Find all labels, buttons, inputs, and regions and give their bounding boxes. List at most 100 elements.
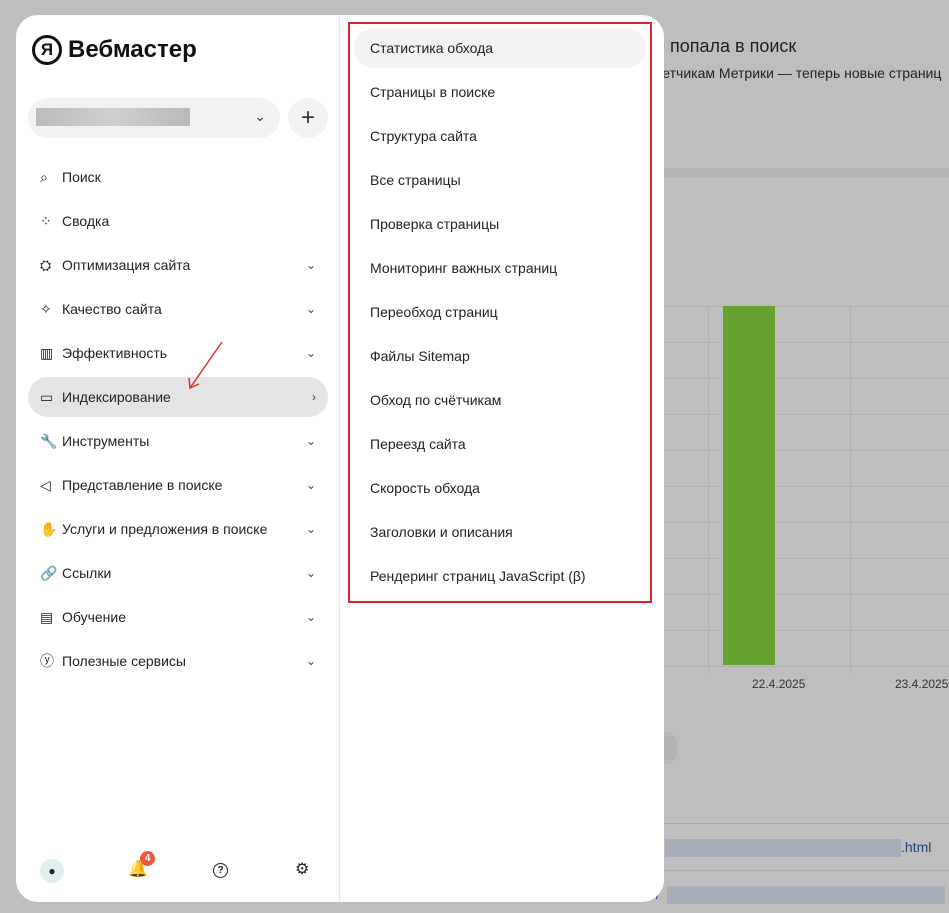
navigation-panel: Я Вебмастер ⌄ + ⌕ Поиск ⁘ Сводка ⛭ Оптимизаци…	[16, 15, 664, 902]
submenu-item[interactable]: Переезд сайта	[354, 424, 646, 464]
chevron-icon: ⌄	[305, 302, 316, 316]
sidebar-item[interactable]: ⛭ Оптимизация сайта ⌄	[28, 245, 328, 285]
chevron-icon: ⌄	[305, 478, 316, 492]
submenu-item[interactable]: Скорость обхода	[354, 468, 646, 508]
submenu-item[interactable]: Обход по счётчикам	[354, 380, 646, 420]
sidebar-item-label: Полезные сервисы	[62, 653, 186, 669]
sidebar-item-label: Эффективность	[62, 345, 168, 361]
nav-icon: ▤	[40, 608, 54, 625]
grid-line	[708, 306, 709, 674]
submenu-item[interactable]: Страницы в поиске	[354, 72, 646, 112]
nav-icon: ▥	[40, 344, 54, 361]
nav-icon: ✋	[40, 520, 58, 537]
sidebar-item[interactable]: ⁘ Сводка	[28, 201, 328, 241]
grid-line	[660, 414, 949, 415]
sidebar-item-label: Оптимизация сайта	[62, 257, 191, 273]
grid-line	[660, 378, 949, 379]
chevron-icon: ⌄	[305, 522, 316, 536]
page-description: четчикам Метрики — теперь новые страниц	[655, 65, 942, 81]
sidebar: Я Вебмастер ⌄ + ⌕ Поиск ⁘ Сводка ⛭ Оптимизаци…	[16, 15, 340, 902]
submenu-item[interactable]: Проверка страницы	[354, 204, 646, 244]
submenu-item[interactable]: Файлы Sitemap	[354, 336, 646, 376]
nav-icon: 🔗	[40, 564, 58, 581]
divider	[660, 823, 949, 824]
sidebar-item[interactable]: ▥ Эффективность ⌄	[28, 333, 328, 373]
sidebar-item-label: Инструменты	[62, 433, 150, 449]
grid-line	[660, 342, 949, 343]
logo[interactable]: Я Вебмастер	[32, 35, 197, 65]
nav-icon: ◁	[40, 476, 51, 493]
sidebar-item[interactable]: ◁ Представление в поиске ⌄	[28, 465, 328, 505]
sidebar-item[interactable]: ⌕ Поиск	[28, 157, 328, 197]
grid-line	[660, 306, 949, 307]
sidebar-item[interactable]: 🔗 Ссылки ⌄	[28, 553, 328, 593]
avatar[interactable]: ●	[40, 859, 64, 883]
submenu-item[interactable]: Рендеринг страниц JavaScript (β)	[354, 556, 646, 596]
add-site-button[interactable]: +	[288, 98, 328, 138]
chevron-down-icon: ⌄	[254, 108, 266, 124]
submenu-item[interactable]: Все страницы	[354, 160, 646, 200]
x-tick-label: 22.4.2025	[752, 677, 806, 691]
divider	[660, 870, 949, 871]
divider	[660, 168, 949, 178]
url-link[interactable]: .html	[901, 839, 931, 855]
grid-line	[660, 666, 949, 667]
nav-icon: ⁘	[40, 212, 52, 229]
logo-text: Вебмастер	[68, 36, 197, 63]
grid-line	[660, 486, 949, 487]
sidebar-item-label: Представление в поиске	[62, 477, 223, 493]
gear-icon[interactable]: ⚙	[295, 859, 309, 879]
sidebar-item-label: Обучение	[62, 609, 127, 625]
sidebar-item-label: Поиск	[62, 169, 101, 185]
sidebar-item-label: Ссылки	[62, 565, 112, 581]
chevron-icon: ⌄	[305, 654, 316, 668]
sidebar-item[interactable]: ⓨ Полезные сервисы ⌄	[28, 641, 328, 681]
submenu-item[interactable]: Переобход страниц	[354, 292, 646, 332]
sidebar-item[interactable]: ▭ Индексирование ›	[28, 377, 328, 417]
grid-line	[660, 522, 949, 523]
nav-icon: ▭	[40, 388, 54, 405]
sidebar-item[interactable]: ✧ Качество сайта ⌄	[28, 289, 328, 329]
chevron-icon: ⌄	[305, 346, 316, 360]
indexing-submenu: Статистика обхода Страницы в поиске Структ…	[348, 22, 652, 603]
notification-badge: 4	[140, 851, 155, 866]
sidebar-item[interactable]: ▤ Обучение ⌄	[28, 597, 328, 637]
submenu-item[interactable]: Статистика обхода	[354, 28, 646, 68]
sidebar-item-label: Услуги и предложения в поиске	[62, 521, 268, 537]
sidebar-item-label: Индексирование	[62, 389, 171, 405]
nav-icon: ⛭	[40, 256, 52, 273]
chevron-icon: ›	[312, 390, 316, 404]
nav-icon: ⌕	[40, 168, 48, 185]
blurred-url	[667, 886, 945, 904]
submenu-item[interactable]: Заголовки и описания	[354, 512, 646, 552]
chevron-icon: ⌄	[305, 434, 316, 448]
grid-line	[660, 630, 949, 631]
sidebar-item-label: Качество сайта	[62, 301, 162, 317]
sidebar-item[interactable]: 🔧 Инструменты ⌄	[28, 421, 328, 461]
grid-line	[660, 450, 949, 451]
submenu-item[interactable]: Мониторинг важных страниц	[354, 248, 646, 288]
nav-icon: ⓨ	[40, 653, 54, 669]
page-heading: е попала в поиск	[655, 36, 797, 56]
grid-line	[850, 306, 851, 674]
sidebar-item[interactable]: ✋ Услуги и предложения в поиске ⌄	[28, 509, 328, 549]
grid-line	[660, 594, 949, 595]
nav-icon: ✧	[40, 300, 52, 317]
sidebar-footer: ● 🔔 4 ? ⚙	[16, 851, 340, 891]
site-name-blurred	[36, 108, 190, 126]
annotation-arrow-icon	[188, 341, 223, 390]
chevron-icon: ⌄	[305, 610, 316, 624]
submenu-item[interactable]: Структура сайта	[354, 116, 646, 156]
chart-bar	[723, 306, 775, 665]
chevron-icon: ⌄	[305, 566, 316, 580]
sidebar-nav: ⌕ Поиск ⁘ Сводка ⛭ Оптимизация сайта ⌄ ✧ Качеств…	[28, 157, 328, 685]
yandex-logo-icon: Я	[32, 35, 62, 65]
grid-line	[660, 558, 949, 559]
help-icon[interactable]: ?	[213, 863, 228, 878]
x-tick-label: 23.4.2025	[895, 677, 949, 691]
sidebar-item-label: Сводка	[62, 213, 110, 229]
nav-icon: 🔧	[40, 432, 58, 449]
blurred-url	[665, 839, 901, 857]
chevron-icon: ⌄	[305, 258, 316, 272]
site-selector[interactable]: ⌄	[28, 98, 280, 138]
